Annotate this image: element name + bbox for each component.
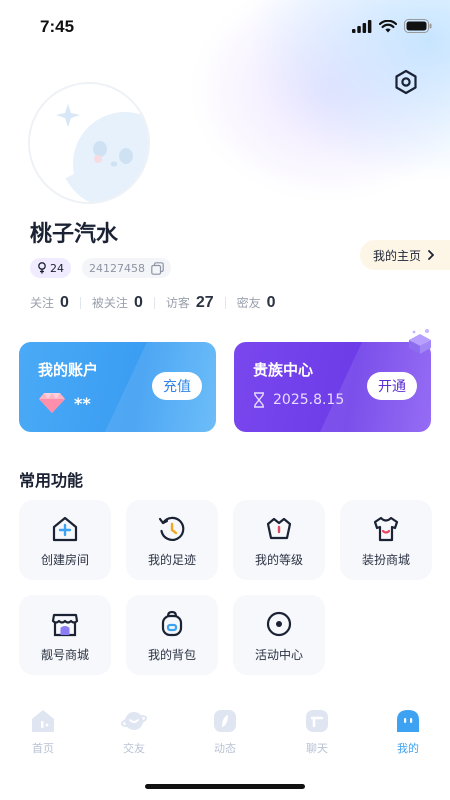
- chat-icon: [306, 710, 328, 732]
- settings-button[interactable]: [392, 68, 420, 96]
- tshirt-icon: [370, 513, 402, 545]
- stat-followers[interactable]: 被关注 0: [92, 294, 143, 312]
- stat-divider: [224, 297, 226, 309]
- bottom-tab-bar: 首页 交友 动态 聊天 我的: [0, 700, 450, 770]
- stat-value: 0: [133, 294, 143, 311]
- noble-expiry: 2025.8.15: [253, 392, 344, 408]
- stat-label: 密友: [236, 296, 261, 310]
- chevron-right-icon: [428, 250, 434, 260]
- stat-label: 访客: [165, 296, 190, 310]
- account-balance: **: [38, 392, 91, 414]
- function-dress-up-mall[interactable]: 装扮商城: [340, 500, 432, 580]
- function-label: 装扮商城: [361, 552, 410, 567]
- level-value: 24: [50, 261, 64, 275]
- tab-label: 聊天: [306, 742, 328, 755]
- stat-close-friends[interactable]: 密友 0: [237, 294, 276, 312]
- panda-avatar-icon: [56, 104, 148, 202]
- my-homepage-button[interactable]: 我的主页: [360, 240, 450, 270]
- backpack-icon: [156, 608, 188, 640]
- stat-value: 27: [195, 294, 214, 311]
- signal-icon: [352, 19, 372, 33]
- stat-visitors[interactable]: 访客 27: [166, 294, 214, 312]
- function-label: 我的足迹: [147, 552, 196, 567]
- planet-icon: [121, 712, 147, 730]
- stats-row: 关注 0 被关注 0 访客 27 密友 0: [30, 294, 276, 312]
- profile-face-icon: [397, 710, 419, 732]
- stat-divider: [153, 297, 155, 309]
- target-icon: [263, 608, 295, 640]
- tab-me[interactable]: 我的: [373, 708, 443, 756]
- stat-label: 被关注: [91, 296, 128, 310]
- diamond-icon: [39, 393, 65, 413]
- tab-chat[interactable]: 聊天: [282, 708, 352, 756]
- status-bar: 7:45: [0, 0, 450, 56]
- tab-make-friends[interactable]: 交友: [99, 708, 169, 756]
- gender-level-badge: 24: [30, 258, 71, 278]
- function-my-backpack[interactable]: 我的背包: [126, 595, 218, 675]
- balance-value: **: [74, 393, 91, 413]
- function-pretty-id-mall[interactable]: 靓号商城: [19, 595, 111, 675]
- stat-following[interactable]: 关注 0: [30, 294, 69, 312]
- function-label: 活动中心: [254, 647, 303, 662]
- function-my-footprint[interactable]: 我的足迹: [126, 500, 218, 580]
- status-time: 7:45: [40, 17, 75, 36]
- noble-title: 贵族中心: [253, 361, 314, 379]
- moments-icon: [214, 710, 236, 732]
- hourglass-icon: [254, 392, 264, 408]
- stat-divider: [79, 297, 81, 309]
- section-title-common-functions: 常用功能: [19, 471, 84, 490]
- function-label: 我的等级: [254, 552, 303, 567]
- function-my-level[interactable]: 我的等级: [233, 500, 325, 580]
- stat-label: 关注: [30, 296, 55, 310]
- home-indicator: [145, 784, 305, 789]
- recharge-button[interactable]: 充值: [152, 372, 202, 400]
- function-label: 靓号商城: [40, 647, 89, 662]
- wifi-icon: [379, 19, 397, 32]
- function-create-room[interactable]: 创建房间: [19, 500, 111, 580]
- history-clock-icon: [156, 513, 188, 545]
- gem-crown-icon: [409, 329, 431, 354]
- status-icons: [352, 19, 432, 33]
- level-badge-icon: [263, 513, 295, 545]
- stat-value: 0: [60, 294, 69, 311]
- stat-value: 0: [266, 294, 276, 311]
- tab-label: 我的: [397, 742, 419, 755]
- tab-home[interactable]: 首页: [8, 708, 78, 756]
- my-homepage-label: 我的主页: [373, 248, 422, 263]
- user-id-badge[interactable]: 24127458: [82, 258, 171, 278]
- function-activity-center[interactable]: 活动中心: [233, 595, 325, 675]
- my-account-card[interactable]: 我的账户 ** 充值: [19, 342, 216, 432]
- user-id-value: 24127458: [89, 261, 145, 275]
- home-icon: [32, 710, 54, 732]
- avatar[interactable]: [28, 82, 150, 204]
- account-title: 我的账户: [38, 361, 99, 379]
- expiry-date: 2025.8.15: [273, 392, 345, 408]
- battery-icon: [404, 19, 432, 33]
- activate-button[interactable]: 开通: [367, 372, 417, 400]
- noble-center-card[interactable]: 贵族中心 2025.8.15 开通: [234, 342, 431, 432]
- tab-moments[interactable]: 动态: [190, 708, 260, 756]
- tab-label: 动态: [214, 742, 236, 755]
- gear-icon: [395, 69, 417, 95]
- copy-icon[interactable]: [151, 261, 164, 275]
- house-plus-icon: [49, 513, 81, 545]
- username: 桃子汽水: [30, 222, 119, 247]
- function-label: 我的背包: [147, 647, 196, 662]
- shop-icon: [49, 608, 81, 640]
- tab-label: 首页: [32, 742, 54, 755]
- tab-label: 交友: [123, 742, 145, 755]
- female-icon: [38, 262, 46, 274]
- function-label: 创建房间: [40, 552, 89, 567]
